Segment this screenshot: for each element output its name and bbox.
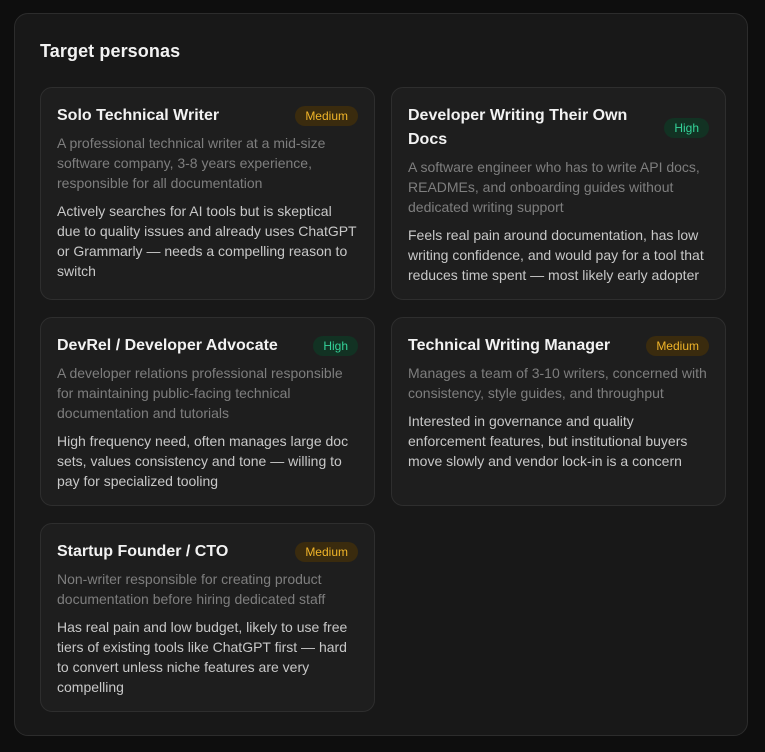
persona-note: Interested in governance and quality enf… bbox=[408, 413, 688, 469]
persona-description: A developer relations professional respo… bbox=[57, 365, 343, 421]
priority-badge: Medium bbox=[295, 106, 358, 126]
persona-description: A professional technical writer at a mid… bbox=[57, 135, 326, 191]
persona-description: Non-writer responsible for creating prod… bbox=[57, 571, 326, 607]
persona-description: Manages a team of 3-10 writers, concerne… bbox=[408, 365, 707, 401]
persona-card: Solo Technical Writer Medium A professio… bbox=[40, 87, 375, 300]
persona-description: A software engineer who has to write API… bbox=[408, 159, 700, 215]
persona-note: Feels real pain around documentation, ha… bbox=[408, 227, 704, 283]
persona-note: Has real pain and low budget, likely to … bbox=[57, 619, 348, 695]
persona-card-header: Startup Founder / CTO Medium bbox=[57, 540, 358, 564]
persona-card-header: Technical Writing Manager Medium bbox=[408, 334, 709, 358]
priority-badge: High bbox=[664, 118, 709, 138]
persona-note: Actively searches for AI tools but is sk… bbox=[57, 203, 357, 279]
priority-badge: Medium bbox=[646, 336, 709, 356]
persona-name: DevRel / Developer Advocate bbox=[57, 337, 278, 354]
persona-name: Solo Technical Writer bbox=[57, 107, 220, 124]
section-title: Target personas bbox=[40, 41, 181, 61]
persona-name: Developer Writing Their Own Docs bbox=[408, 107, 628, 148]
persona-note: High frequency need, often manages large… bbox=[57, 433, 349, 489]
persona-card-header: Solo Technical Writer Medium bbox=[57, 104, 358, 128]
persona-card: DevRel / Developer Advocate High A devel… bbox=[40, 317, 375, 506]
persona-card: Technical Writing Manager Medium Manages… bbox=[391, 317, 726, 506]
priority-badge: High bbox=[313, 336, 358, 356]
persona-card-header: DevRel / Developer Advocate High bbox=[57, 334, 358, 358]
persona-name: Startup Founder / CTO bbox=[57, 543, 229, 560]
persona-card-header: Developer Writing Their Own Docs High bbox=[408, 104, 709, 152]
persona-card: Developer Writing Their Own Docs High A … bbox=[391, 87, 726, 300]
priority-badge: Medium bbox=[295, 542, 358, 562]
persona-card: Startup Founder / CTO Medium Non-writer … bbox=[40, 523, 375, 712]
personas-panel: Target personas Solo Technical Writer Me… bbox=[14, 13, 748, 736]
persona-name: Technical Writing Manager bbox=[408, 337, 611, 354]
